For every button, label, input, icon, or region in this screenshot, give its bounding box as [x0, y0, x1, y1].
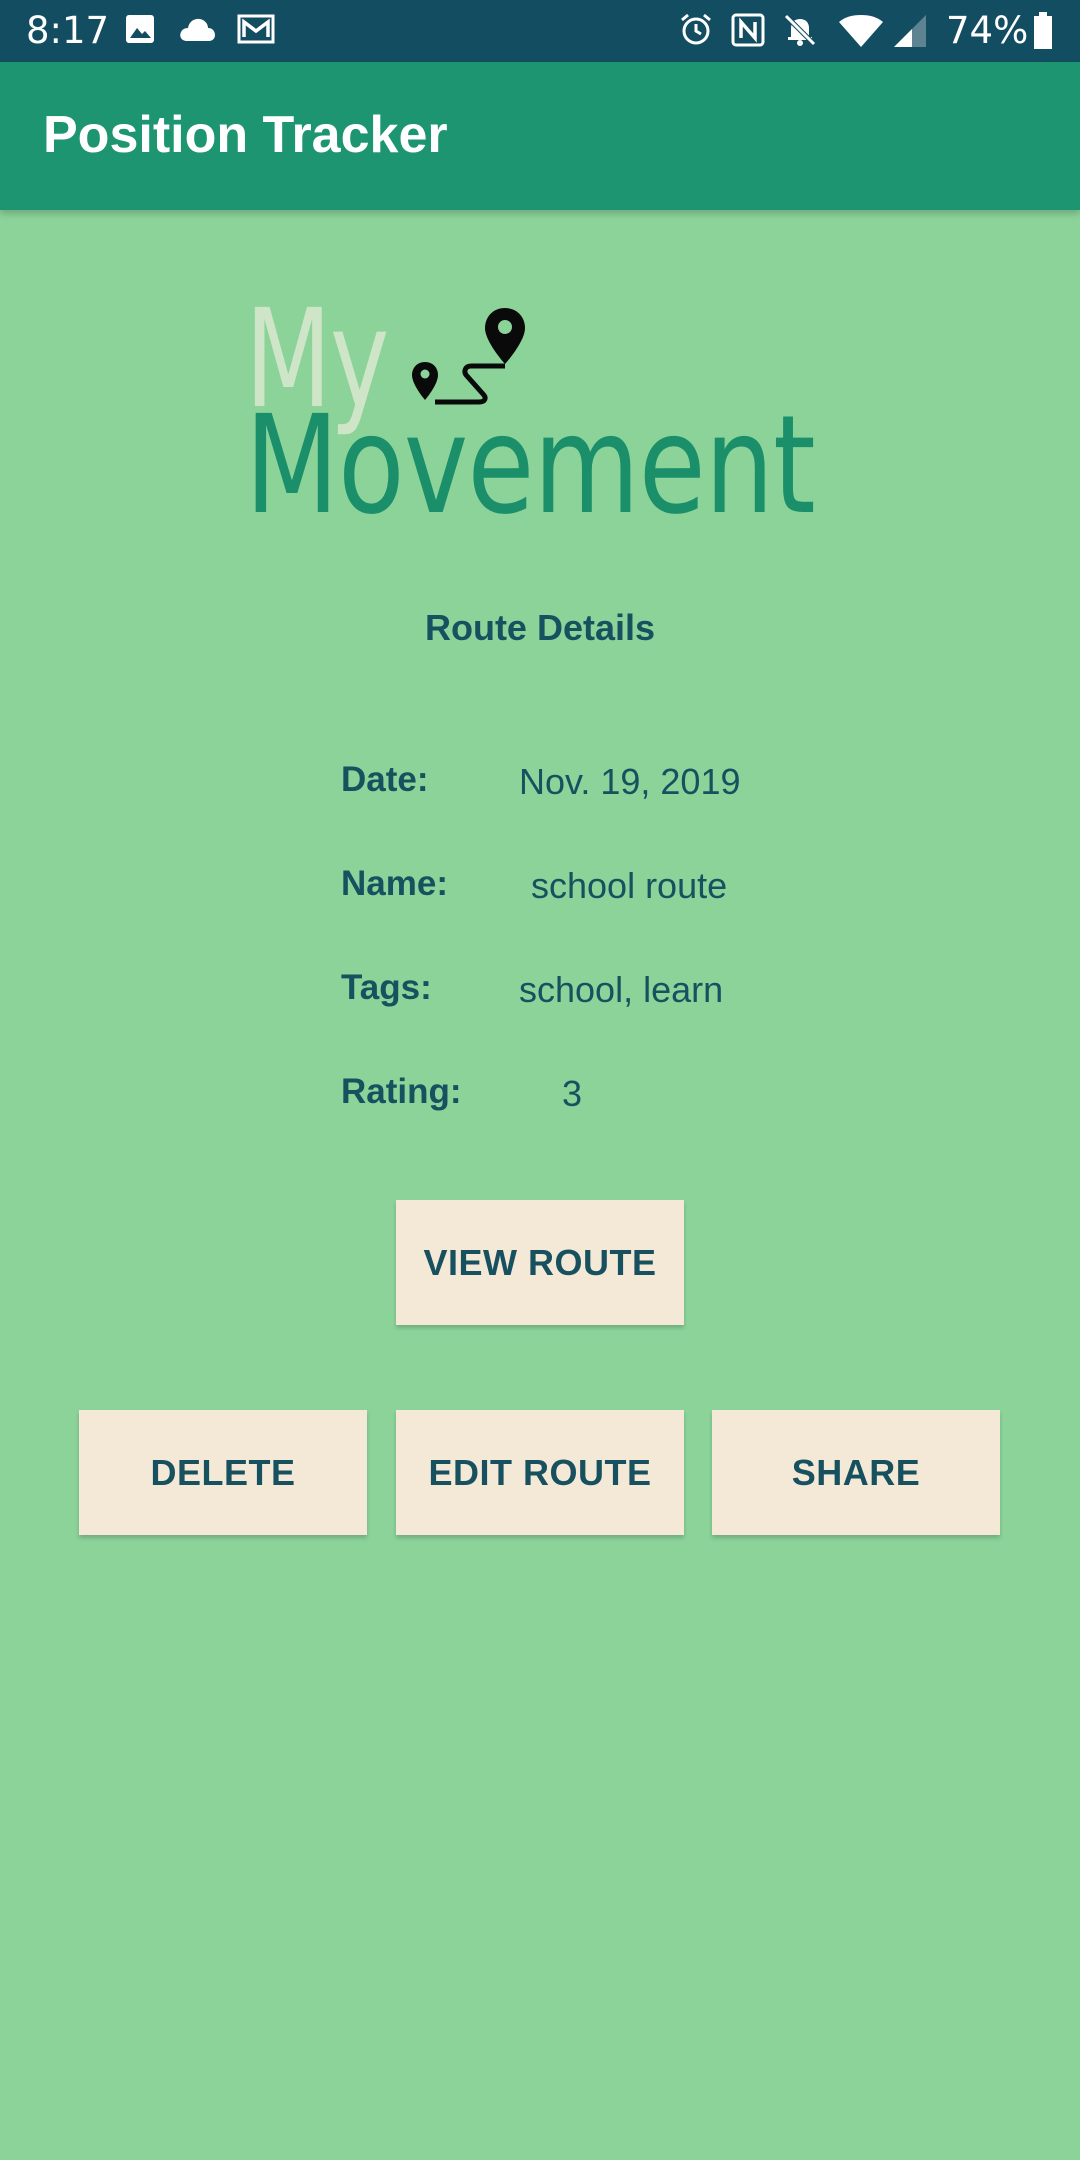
- rating-label: Rating:: [341, 1072, 462, 1111]
- tags-label: Tags:: [341, 968, 432, 1007]
- route-details-title: Route Details: [424, 607, 656, 648]
- wifi-icon: [839, 15, 883, 47]
- signal-icon: [894, 15, 926, 47]
- image-icon: [126, 15, 154, 43]
- name-value: school route: [531, 865, 728, 906]
- rating-value: 3: [562, 1073, 583, 1114]
- battery-icon: [1034, 12, 1052, 49]
- battery-percentage: 74%: [946, 9, 1029, 52]
- alarm-icon: [681, 13, 711, 45]
- route-pins-icon: [412, 308, 525, 405]
- status-time: 8:17: [26, 9, 110, 52]
- status-bar: 8:17 74%: [0, 0, 1080, 62]
- gmail-icon: [237, 14, 275, 44]
- app-title: Position Tracker: [43, 106, 448, 164]
- delete-button[interactable]: DELETE: [79, 1410, 367, 1535]
- date-value: Nov. 19, 2019: [519, 761, 741, 802]
- cloud-icon: [180, 18, 215, 41]
- notifications-off-icon: [784, 14, 816, 46]
- edit-route-button[interactable]: EDIT ROUTE: [396, 1410, 684, 1535]
- tags-value: school, learn: [519, 969, 724, 1010]
- app-logo: My Movement: [245, 292, 845, 534]
- nfc-icon: [731, 13, 765, 47]
- share-button[interactable]: SHARE: [712, 1410, 1000, 1535]
- date-label: Date:: [341, 760, 429, 799]
- app-bar: Position Tracker: [0, 62, 1080, 210]
- view-route-button[interactable]: VIEW ROUTE: [396, 1200, 684, 1325]
- name-label: Name:: [341, 864, 448, 903]
